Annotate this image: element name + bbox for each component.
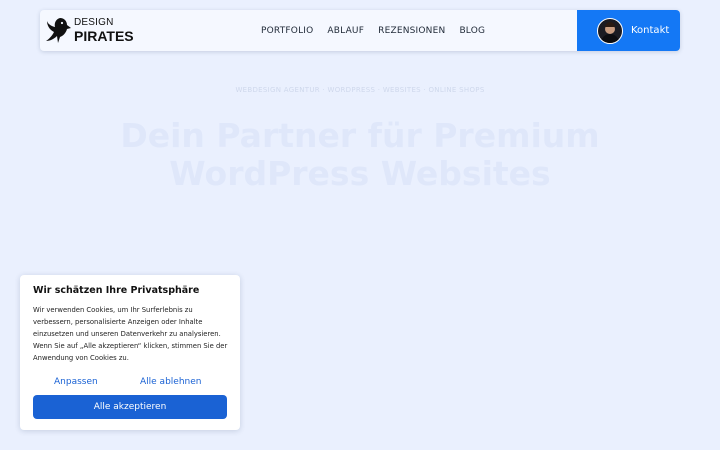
- cookie-description: Wir verwenden Cookies, um Ihr Surferlebn…: [33, 306, 228, 362]
- parrot-icon: [46, 16, 72, 46]
- main-nav: PORTFOLIO ABLAUF REZENSIONEN BLOG: [261, 10, 499, 51]
- nav-item-blog[interactable]: BLOG: [459, 26, 485, 36]
- logo-line1: DESIGN: [74, 17, 114, 28]
- nav-item-rezensionen[interactable]: REZENSIONEN: [378, 26, 445, 36]
- contact-button[interactable]: Kontakt: [577, 10, 680, 51]
- page: WEBDESIGN AGENTUR · WORDPRESS · WEBSITES…: [0, 0, 720, 450]
- site-header: DESIGN PIRATES PORTFOLIO ABLAUF REZENSIO…: [40, 10, 680, 51]
- accept-all-button[interactable]: Alle akzeptieren: [33, 395, 227, 419]
- hero-title: Dein Partner für Premium WordPress Websi…: [100, 117, 620, 193]
- logo[interactable]: DESIGN PIRATES: [46, 14, 134, 47]
- cookie-consent-dialog: Wir schätzen Ihre Privatsphäre Wir verwe…: [20, 275, 240, 430]
- cookie-secondary-actions: Anpassen Alle ablehnen: [33, 377, 227, 389]
- logo-text: DESIGN PIRATES: [74, 17, 134, 44]
- avatar: [597, 17, 623, 44]
- logo-line2: PIRATES: [74, 28, 134, 44]
- nav-item-ablauf[interactable]: ABLAUF: [327, 26, 364, 36]
- customize-button[interactable]: Anpassen: [54, 377, 98, 387]
- contact-label: Kontakt: [631, 25, 670, 36]
- cookie-title: Wir schätzen Ihre Privatsphäre: [33, 285, 200, 296]
- decline-all-button[interactable]: Alle ablehnen: [140, 377, 201, 387]
- nav-item-portfolio[interactable]: PORTFOLIO: [261, 26, 313, 36]
- hero-title-line1: Dein Partner für Premium: [120, 116, 600, 155]
- hero-breadcrumb: WEBDESIGN AGENTUR · WORDPRESS · WEBSITES…: [235, 86, 485, 94]
- hero-title-line2: WordPress Websites: [169, 154, 551, 193]
